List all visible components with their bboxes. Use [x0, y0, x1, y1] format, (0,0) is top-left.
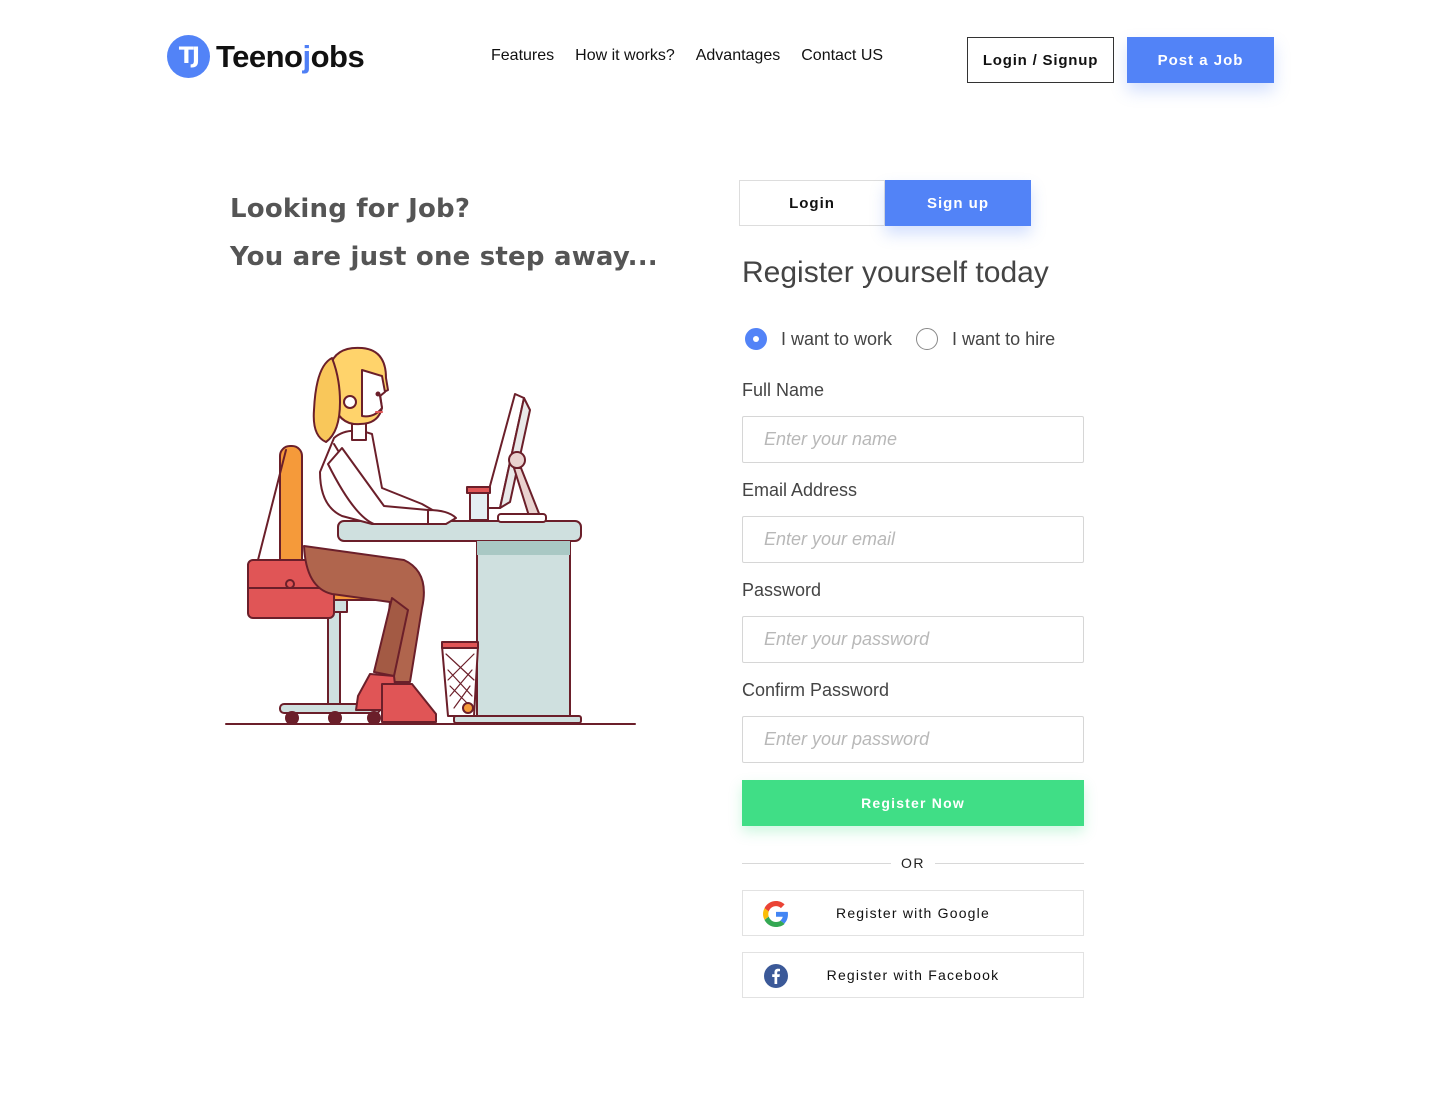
radio-work-label[interactable]: I want to work: [781, 329, 892, 350]
logo[interactable]: TJ Teenojobs: [167, 35, 365, 78]
radio-hire-label[interactable]: I want to hire: [952, 329, 1055, 350]
hero-heading: Looking for Job? You are just one step a…: [230, 185, 658, 281]
nav-contact-us[interactable]: Contact US: [801, 47, 883, 65]
logo-badge: TJ: [167, 35, 210, 78]
or-text: OR: [901, 855, 925, 871]
confirm-password-label: Confirm Password: [742, 680, 890, 700]
nav-features[interactable]: Features: [491, 47, 554, 65]
email-input[interactable]: [742, 516, 1084, 563]
register-facebook-button[interactable]: Register with Facebook: [742, 952, 1084, 998]
confirm-password-input[interactable]: [742, 716, 1084, 763]
email-label: Email Address: [742, 480, 858, 500]
tab-signup[interactable]: Sign up: [885, 180, 1031, 226]
logo-text: Teenojobs: [216, 38, 365, 74]
nav-how-it-works[interactable]: How it works?: [575, 47, 675, 65]
full-name-input[interactable]: [742, 416, 1084, 463]
tab-login[interactable]: Login: [739, 180, 885, 226]
radio-work[interactable]: [745, 328, 767, 350]
radio-hire[interactable]: [916, 328, 939, 350]
nav-advantages[interactable]: Advantages: [696, 47, 781, 65]
facebook-icon: [764, 964, 788, 988]
role-radio-group: I want to work I want to hire: [745, 328, 1055, 350]
register-now-button[interactable]: Register Now: [742, 780, 1084, 826]
main-nav: Features How it works? Advantages Contac…: [491, 47, 883, 65]
or-divider: OR: [742, 853, 1084, 873]
woman-at-desk-illustration: [225, 346, 636, 725]
auth-tabs: Login Sign up: [739, 180, 1032, 226]
password-label: Password: [742, 580, 822, 600]
hero-line-2: You are just one step away...: [230, 242, 658, 272]
post-job-button[interactable]: Post a Job: [1127, 37, 1274, 83]
facebook-label: Register with Facebook: [826, 967, 1000, 983]
full-name-label: Full Name: [742, 380, 825, 400]
login-signup-button[interactable]: Login / Signup: [967, 37, 1114, 83]
google-label: Register with Google: [836, 905, 990, 921]
hero-line-1: Looking for Job?: [230, 194, 471, 224]
form-title: Register yourself today: [742, 256, 1049, 289]
google-icon: [763, 901, 788, 927]
password-input[interactable]: [742, 616, 1084, 663]
register-google-button[interactable]: Register with Google: [742, 890, 1084, 936]
